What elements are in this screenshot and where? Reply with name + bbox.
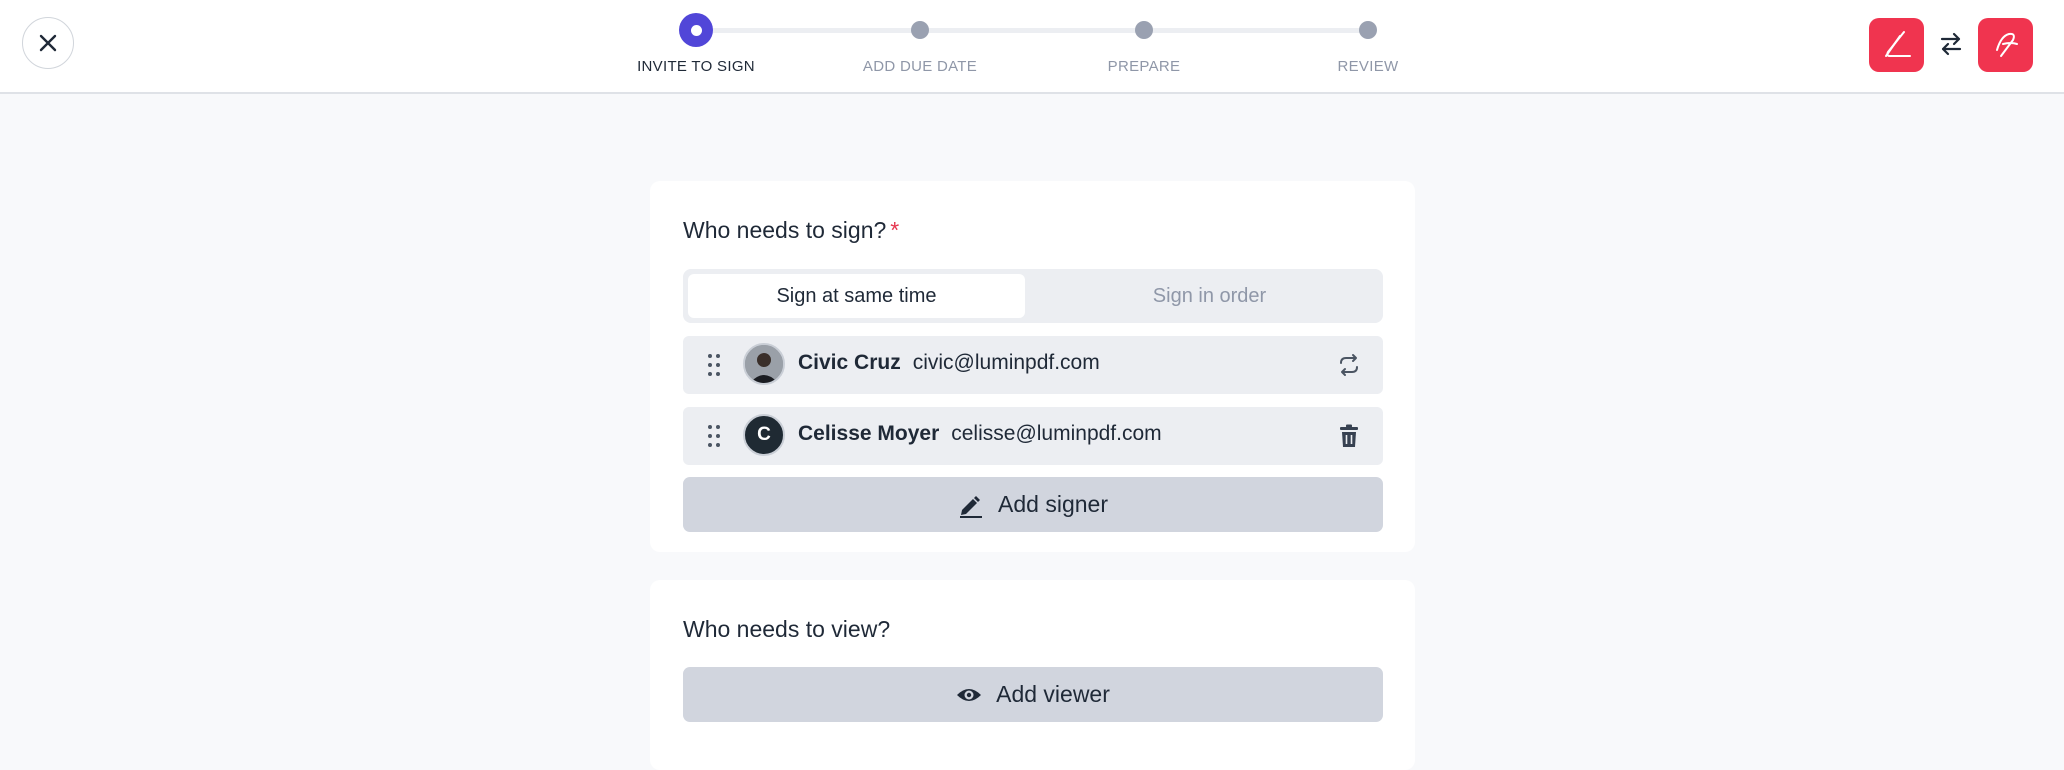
step-dot-review[interactable] — [1359, 21, 1377, 39]
signers-title-text: Who needs to sign? — [683, 217, 887, 243]
step-dot-due-date[interactable] — [911, 21, 929, 39]
signer-row[interactable]: C Celisse Moyer celisse@luminpdf.com — [683, 407, 1383, 465]
signer-name: Civic Cruz — [798, 351, 901, 374]
eye-icon — [957, 688, 982, 701]
lumin-sign-logo-icon — [1884, 31, 1911, 57]
signer-name: Celisse Moyer — [798, 422, 940, 445]
trash-icon[interactable] — [1335, 422, 1363, 450]
avatar — [743, 343, 785, 385]
sign-in-order-option[interactable]: Sign in order — [1041, 274, 1378, 318]
drag-handle-icon[interactable] — [707, 353, 721, 377]
add-viewer-button[interactable]: Add viewer — [683, 667, 1383, 722]
step-label-review: REVIEW — [1337, 58, 1399, 75]
lumin-logo[interactable] — [1978, 18, 2033, 72]
avatar-photo — [745, 345, 783, 383]
pen-sign-icon — [960, 495, 983, 518]
signer-email: civic@luminpdf.com — [912, 351, 1100, 374]
refresh-icon[interactable] — [1335, 351, 1363, 379]
step-dot-prepare[interactable] — [1135, 21, 1153, 39]
signers-card: Who needs to sign? * Sign at same time Si… — [650, 181, 1415, 552]
top-bar: INVITE TO SIGN ADD DUE DATE PREPARE REVI… — [0, 0, 2064, 94]
progress-stepper: INVITE TO SIGN ADD DUE DATE PREPARE REVI… — [0, 0, 2064, 92]
signer-email: celisse@luminpdf.com — [951, 422, 1162, 445]
required-mark: * — [890, 217, 900, 243]
step-label-prepare: PREPARE — [1107, 58, 1181, 75]
swap-arrows-icon[interactable] — [1937, 30, 1965, 58]
step-label-invite: INVITE TO SIGN — [637, 58, 755, 75]
lumin-sign-logo[interactable] — [1869, 18, 1924, 72]
signing-mode-toggle: Sign at same time Sign in order — [683, 269, 1383, 323]
add-signer-button[interactable]: Add signer — [683, 477, 1383, 532]
add-signer-label: Add signer — [998, 491, 1108, 517]
signer-row[interactable]: Civic Cruz civic@luminpdf.com — [683, 336, 1383, 394]
add-viewer-label: Add viewer — [996, 681, 1110, 707]
step-label-due-date: ADD DUE DATE — [862, 58, 978, 75]
signer-info: Civic Cruz civic@luminpdf.com — [798, 351, 1100, 375]
lumin-logo-icon — [1995, 32, 2018, 57]
avatar: C — [743, 414, 785, 456]
signers-title: Who needs to sign? * — [683, 217, 899, 244]
viewers-card: Who needs to view? Add viewer — [650, 580, 1415, 770]
viewers-title: Who needs to view? — [683, 616, 891, 642]
signer-info: Celisse Moyer celisse@luminpdf.com — [798, 422, 1162, 446]
step-track — [705, 28, 1365, 33]
sign-same-time-option[interactable]: Sign at same time — [688, 274, 1025, 318]
step-dot-invite[interactable] — [679, 13, 713, 47]
drag-handle-icon[interactable] — [707, 424, 721, 448]
